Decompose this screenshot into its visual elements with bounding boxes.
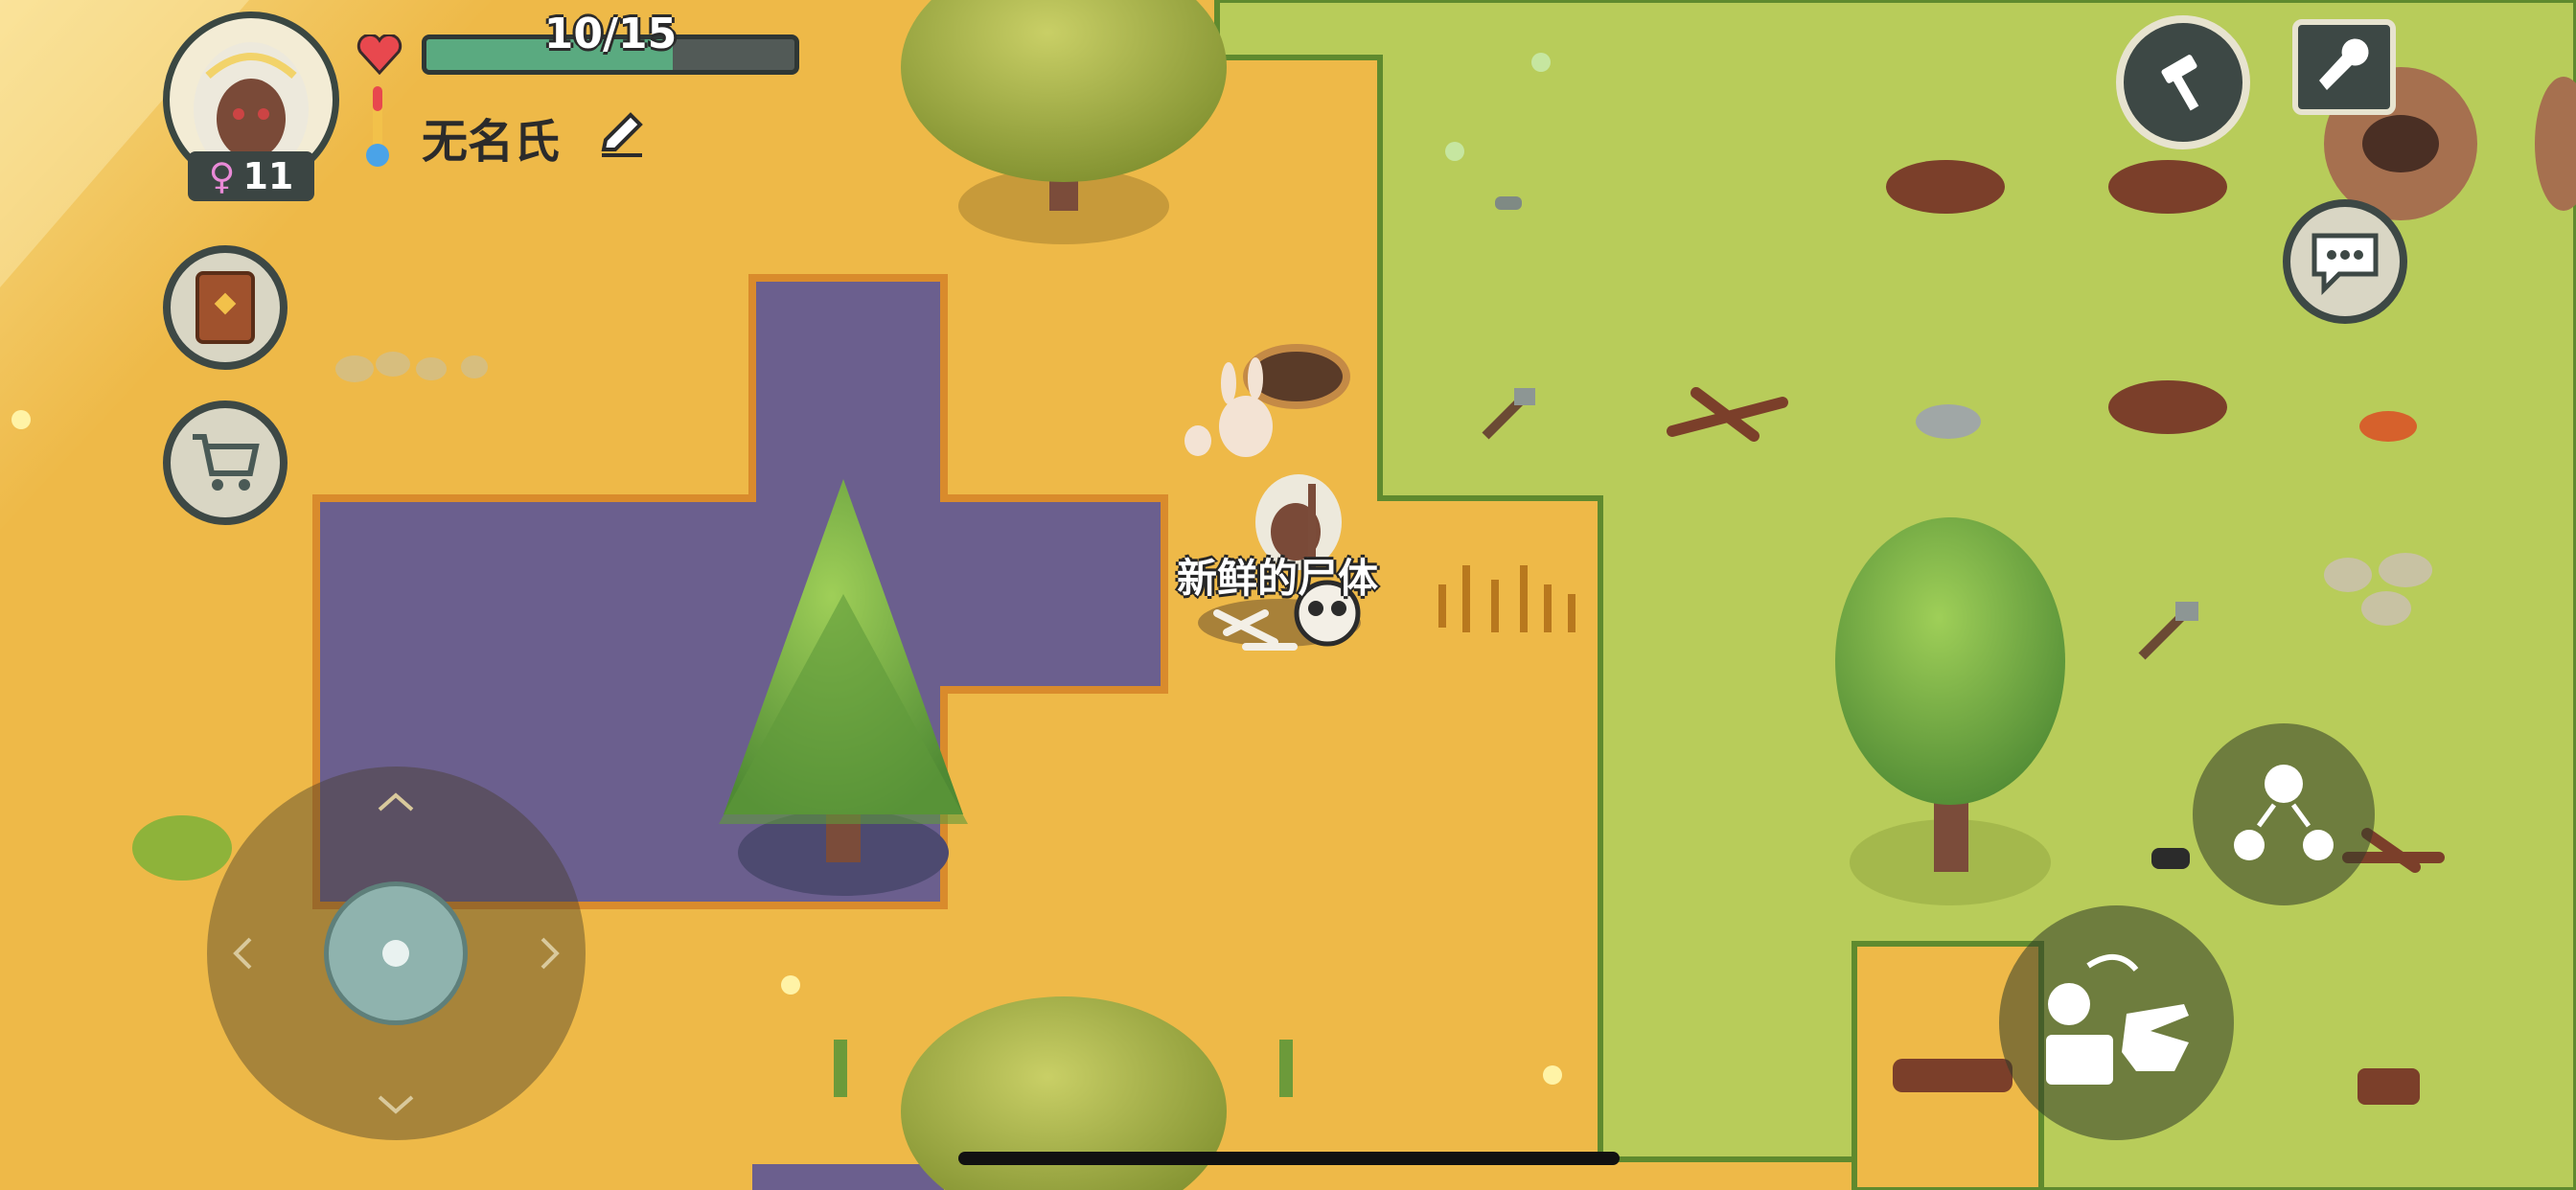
hand-grab-icon <box>2045 953 2189 1085</box>
action-menu-button[interactable] <box>2193 723 2375 905</box>
journal-button[interactable] <box>163 245 288 370</box>
gender-age-badge: ♀ 11 <box>188 151 314 201</box>
female-icon: ♀ <box>208 155 236 197</box>
joystick-knob[interactable] <box>324 881 468 1025</box>
wood-pile <box>2108 160 2227 214</box>
settings-button[interactable] <box>2292 19 2396 115</box>
wood-pile <box>2108 380 2227 434</box>
corpse-label: 新鲜的尸体 <box>1177 555 1379 602</box>
action-menu-icon <box>2234 765 2334 860</box>
age-value: 11 <box>242 155 294 197</box>
interact-button[interactable] <box>1999 905 2234 1140</box>
chat-button[interactable] <box>2283 199 2407 324</box>
craft-button[interactable] <box>2116 15 2250 149</box>
heart-icon <box>356 34 402 75</box>
log <box>1893 1059 2012 1092</box>
rock <box>1916 404 1981 439</box>
baby-rabbit <box>1184 425 1211 456</box>
shopping-cart-icon <box>193 434 260 491</box>
log <box>2358 1068 2420 1105</box>
speech-bubble-icon <box>2312 233 2379 295</box>
player-name: 无名氏 <box>422 115 561 169</box>
crosshair-icon <box>382 940 409 967</box>
shop-button[interactable] <box>163 400 288 525</box>
hammer-icon <box>2161 55 2199 111</box>
pencil-icon[interactable] <box>594 107 648 161</box>
home-indicator[interactable] <box>958 1152 1620 1165</box>
wrench-icon <box>2319 38 2369 90</box>
health-text: 10/15 <box>543 10 678 58</box>
wood-pile <box>1886 160 2005 214</box>
book-icon <box>196 271 255 344</box>
tree-right <box>1835 517 2065 905</box>
thermometer-icon <box>366 86 389 167</box>
